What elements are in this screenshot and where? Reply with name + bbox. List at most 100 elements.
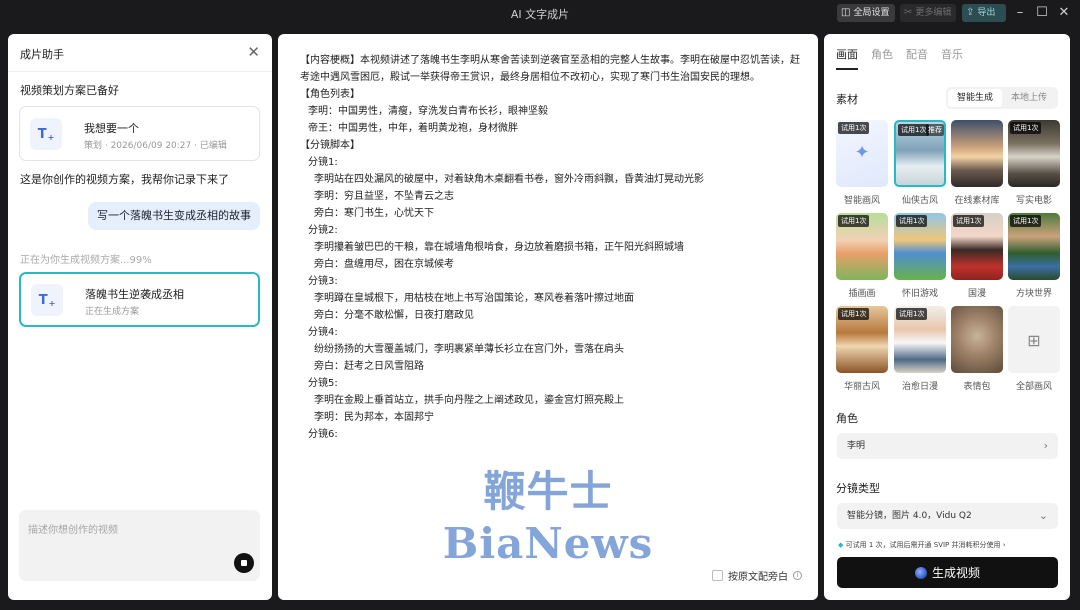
plan-card-subtitle: 正在生成方案 — [85, 307, 140, 317]
style-label: 怀旧游戏 — [901, 289, 938, 299]
voiceover-option[interactable]: 按原文配旁白 i — [712, 568, 802, 583]
trial-badge: 试用1次 — [1010, 215, 1042, 227]
export-label: 导出 — [977, 8, 996, 18]
style-label: 全部画风 — [1015, 382, 1052, 392]
chevron-right-icon: › — [1043, 439, 1048, 452]
style-thumbnail: 试用1次 — [836, 306, 888, 373]
close-window-icon[interactable]: ✕ — [1054, 4, 1074, 22]
style-thumbnail: 试用1次 推荐 — [894, 120, 946, 187]
trial-badge: 试用1次 — [953, 215, 985, 227]
generation-progress: 正在为你生成视频方案...99% — [20, 255, 152, 266]
smart-generate-option[interactable]: 智能生成 — [948, 89, 1002, 107]
layout-icon: ◫ — [841, 7, 851, 18]
more-edit-label: 更多编辑 — [915, 8, 952, 18]
generating-plan-card[interactable]: T + 落魄书生逆袭成丞相 正在生成方案 — [19, 272, 260, 327]
style-tile-ornate[interactable]: 试用1次 华丽古风 — [836, 306, 888, 392]
global-settings-label: 全局设置 — [853, 8, 890, 18]
more-edit-button[interactable]: ✂ 更多编辑 — [900, 4, 956, 22]
voiceover-label: 按原文配旁白 — [728, 572, 788, 583]
style-label: 智能画风 — [843, 196, 880, 206]
style-tile-all[interactable]: ⊞ 全部画风 — [1008, 306, 1060, 392]
role-select[interactable]: 李明 › — [837, 433, 1058, 459]
generate-video-label: 生成视频 — [931, 566, 980, 580]
trial-badge: 试用1次 — [896, 308, 928, 320]
style-tile-illustration[interactable]: 试用1次 插画画 — [836, 213, 888, 299]
style-tile-xianxia[interactable]: 试用1次 推荐 仙侠古风 — [894, 120, 946, 206]
style-label: 插画画 — [848, 289, 876, 299]
prompt-placeholder: 描述你想创作的视频 — [28, 525, 118, 536]
plan-card[interactable]: T + 我想要一个 策划 · 2026/06/09 20:27 · 已编辑 — [19, 106, 260, 161]
stop-button[interactable] — [234, 553, 254, 573]
shot-type-label: 分镜类型 — [836, 482, 880, 495]
shot-line: 李明：穷且益坚，不坠青云之志 — [314, 191, 454, 202]
shot-title: 分镜1: — [308, 157, 338, 168]
watermark: 鞭牛士 BiaNews — [442, 467, 654, 568]
plan-card-subtitle: 策划 · 2026/06/09 20:27 · 已编辑 — [84, 141, 227, 151]
style-tile-guoman[interactable]: 试用1次 国漫 — [951, 213, 1003, 299]
export-button[interactable]: ⇪ 导出 — [962, 4, 1006, 22]
chevron-down-icon: ⌄ — [1038, 509, 1048, 522]
shot-type-value: 智能分镜，图片 4.0，Vidu Q2 — [847, 511, 972, 521]
shot-title: 分镜5: — [308, 378, 338, 389]
user-message-bubble: 写一个落魄书生变成丞相的故事 — [88, 202, 260, 230]
assistant-message: 视频策划方案已备好 — [20, 84, 119, 97]
role-line: 帝王：中国男性，中年，着明黄龙袍，身材微胖 — [308, 123, 518, 134]
style-label: 表情包 — [963, 382, 991, 392]
style-thumbnail: ⊞ — [1008, 306, 1060, 373]
global-settings-button[interactable]: ◫ 全局设置 — [837, 4, 895, 22]
text-to-video-icon: T + — [30, 118, 62, 150]
trial-badge: 试用1次 — [838, 122, 870, 134]
chevron-right-icon: › — [1002, 541, 1006, 549]
style-thumbnail — [951, 306, 1003, 373]
prompt-input[interactable]: 描述你想创作的视频 — [19, 510, 260, 581]
style-label: 仙侠古风 — [901, 196, 938, 206]
style-thumbnail: 试用1次 — [836, 213, 888, 280]
shot-type-select[interactable]: 智能分镜，图片 4.0，Vidu Q2 ⌄ — [837, 503, 1058, 529]
role-value: 李明 — [847, 441, 866, 451]
style-tile-cinematic[interactable]: 试用1次 写实电影 — [1008, 120, 1060, 206]
tab-character[interactable]: 角色 — [871, 46, 893, 70]
script-editor[interactable]: 【内容梗概】本视频讲述了落魄书生李明从寒舍苦读到逆袭官至丞相的完整人生故事。李明… — [278, 34, 818, 600]
style-tile-retro-game[interactable]: 试用1次 怀旧游戏 — [894, 213, 946, 299]
roles-header: 【角色列表】 — [300, 89, 360, 100]
style-thumbnail: 试用1次 — [894, 213, 946, 280]
voiceover-checkbox[interactable] — [712, 570, 723, 581]
style-label: 治愈日漫 — [901, 382, 938, 392]
local-upload-option[interactable]: 本地上传 — [1002, 89, 1056, 107]
style-tile-blocky[interactable]: 试用1次 方块世界 — [1008, 213, 1060, 299]
plan-card-title: 我想要一个 — [84, 122, 139, 135]
tab-music[interactable]: 音乐 — [941, 46, 963, 70]
plan-card-title: 落魄书生逆袭成丞相 — [85, 288, 184, 301]
style-tile-meme[interactable]: 表情包 — [951, 306, 1003, 392]
tab-visual[interactable]: 画面 — [836, 46, 858, 70]
trial-note[interactable]: ◆ 可试用 1 次，试用后需开通 SVIP 并消耗积分使用 › — [838, 540, 1006, 550]
style-tile-healing-anime[interactable]: 试用1次 治愈日漫 — [894, 306, 946, 392]
shot-line: 旁白：盘缠用尽，困在京城候考 — [314, 259, 454, 270]
generate-video-button[interactable]: 生成视频 — [837, 557, 1058, 588]
title-bar: AI 文字成片 ◫ 全局设置 ✂ 更多编辑 ⇪ 导出 – ☐ ✕ — [0, 0, 1080, 26]
recommend-badge: 推荐 — [926, 124, 944, 136]
minimize-icon[interactable]: – — [1010, 4, 1030, 22]
material-source-toggle: 智能生成 本地上传 — [946, 87, 1058, 109]
settings-tabs: 画面 角色 配音 音乐 — [836, 46, 963, 70]
info-icon[interactable]: i — [793, 571, 802, 580]
text-to-video-icon: T + — [31, 284, 63, 316]
script-text[interactable]: 【内容梗概】本视频讲述了落魄书生李明从寒舍苦读到逆袭官至丞相的完整人生故事。李明… — [300, 52, 800, 443]
shot-title: 分镜3: — [308, 276, 338, 287]
style-tile-smart[interactable]: 试用1次 ✦ 智能画风 — [836, 120, 888, 206]
trial-note-text: 可试用 1 次，试用后需开通 SVIP 并消耗积分使用 — [845, 541, 1001, 549]
shot-line: 李明蹲在皇城根下，用枯枝在地上书写治国策论，寒风卷着落叶擦过地面 — [314, 293, 634, 304]
trial-badge: 试用1次 — [838, 215, 870, 227]
shot-line: 李明：民为邦本，本固邦宁 — [314, 412, 434, 423]
maximize-icon[interactable]: ☐ — [1032, 4, 1052, 22]
ai-orb-icon — [914, 566, 927, 579]
shot-line: 李明攥着皱巴巴的干粮，靠在城墙角根啃食，身边放着磨损书箱，正午阳光斜照城墙 — [314, 242, 684, 253]
tab-dubbing[interactable]: 配音 — [906, 46, 928, 70]
close-icon[interactable]: ✕ — [247, 43, 260, 61]
style-label: 方块世界 — [1015, 289, 1052, 299]
shots-header: 【分镜脚本】 — [300, 140, 360, 151]
style-label: 写实电影 — [1015, 196, 1052, 206]
trial-badge: 试用1次 — [838, 308, 870, 320]
style-tile-stock[interactable]: 在线素材库 — [951, 120, 1003, 206]
style-thumbnail: 试用1次 — [894, 306, 946, 373]
